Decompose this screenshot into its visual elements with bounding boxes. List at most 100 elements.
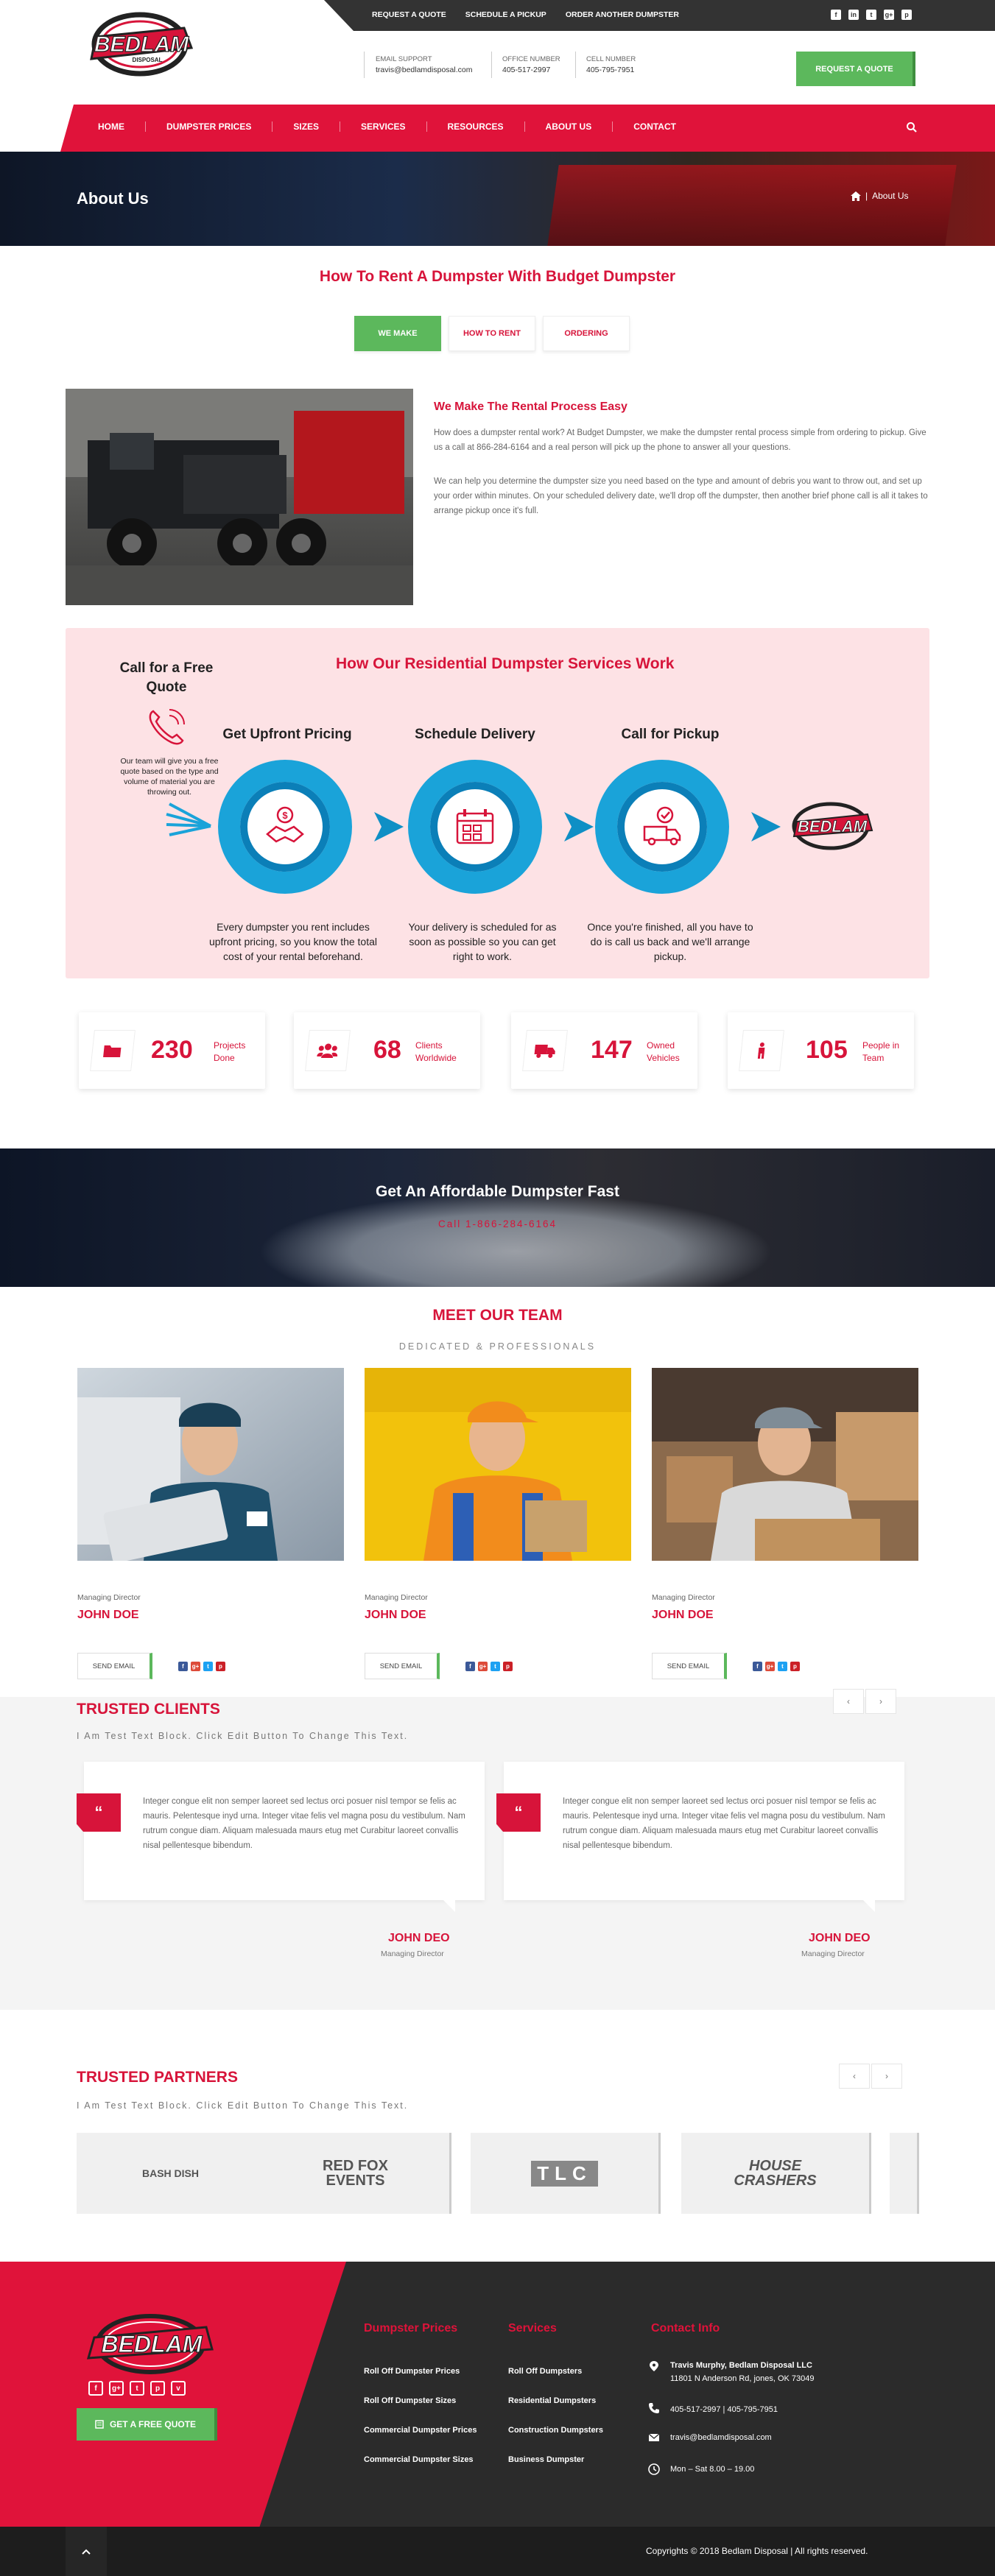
top-social: f in t g+ p xyxy=(831,10,912,20)
facebook-icon[interactable]: f xyxy=(178,1662,188,1671)
footer-email[interactable]: travis@bedlamdisposal.com xyxy=(670,2431,772,2444)
cta-phone[interactable]: Call 1-866-284-6164 xyxy=(0,1218,995,1229)
step-text-pricing: Every dumpster you rent includes upfront… xyxy=(208,921,378,962)
tab-ordering[interactable]: ORDERING xyxy=(543,316,630,351)
email-support-value[interactable]: travis@bedlamdisposal.com xyxy=(376,65,472,76)
nav-home[interactable]: HOME xyxy=(77,121,145,132)
twitter-icon[interactable]: t xyxy=(130,2381,144,2396)
footer-brand-logo[interactable]: BEDLAM xyxy=(74,2311,228,2377)
google-plus-icon[interactable]: g+ xyxy=(191,1662,200,1671)
rent-paragraph-2: We can help you determine the dumpster s… xyxy=(434,477,928,515)
brand-logo-small-text: BEDLAM xyxy=(798,817,868,836)
nav-about-us[interactable]: ABOUT US xyxy=(525,121,613,132)
office-number: OFFICE NUMBER 405-517-2997 xyxy=(502,54,560,76)
page-title: About Us xyxy=(77,189,149,208)
vimeo-icon[interactable]: v xyxy=(171,2381,186,2396)
pinterest-icon[interactable]: p xyxy=(150,2381,165,2396)
cell-number-value[interactable]: 405-795-7951 xyxy=(586,65,636,76)
footer-contact-title: Contact Info xyxy=(651,2322,720,2335)
twitter-icon[interactable]: t xyxy=(203,1662,213,1671)
footer-phone[interactable]: 405-517-2997 | 405-795-7951 xyxy=(670,2403,778,2416)
footer-link[interactable]: Residential Dumpsters xyxy=(508,2396,596,2405)
send-email-button[interactable]: SEND EMAIL xyxy=(652,1653,727,1679)
google-plus-icon[interactable]: g+ xyxy=(109,2381,124,2396)
folder-icon xyxy=(90,1030,136,1071)
footer-link[interactable]: Roll Off Dumpsters xyxy=(508,2367,582,2376)
footer-link[interactable]: Construction Dumpsters xyxy=(508,2426,603,2435)
prev-arrow-icon[interactable]: ‹ xyxy=(833,1689,864,1714)
divider xyxy=(364,52,365,78)
tab-we-make[interactable]: WE MAKE xyxy=(354,316,441,351)
pinterest-icon[interactable]: p xyxy=(901,10,912,20)
email-support: EMAIL SUPPORT travis@bedlamdisposal.com xyxy=(376,54,472,76)
step-title-delivery: Schedule Delivery xyxy=(415,727,535,742)
next-arrow-icon[interactable]: › xyxy=(871,2064,902,2089)
facebook-icon[interactable]: f xyxy=(88,2381,103,2396)
nav-contact[interactable]: CONTACT xyxy=(613,121,697,132)
top-link-schedule-pickup[interactable]: SCHEDULE A PICKUP xyxy=(465,10,546,19)
search-icon[interactable] xyxy=(906,121,918,133)
cta-banner xyxy=(0,1148,995,1287)
free-quote-button[interactable]: GET A FREE QUOTE xyxy=(77,2408,217,2441)
facebook-icon[interactable]: f xyxy=(831,10,841,20)
request-quote-button[interactable]: REQUEST A QUOTE xyxy=(796,52,915,86)
nav-services[interactable]: SERVICES xyxy=(340,121,426,132)
google-plus-icon[interactable]: g+ xyxy=(884,10,894,20)
footer-social: f g+ t p v xyxy=(88,2381,186,2396)
team-role: Managing Director xyxy=(652,1593,715,1602)
step-text-delivery: Your delivery is scheduled for as soon a… xyxy=(408,921,557,962)
partner-logo[interactable]: TLC xyxy=(471,2133,661,2214)
phone-icon xyxy=(149,709,185,745)
phone-icon xyxy=(649,2403,659,2413)
process-title: How Our Residential Dumpster Services Wo… xyxy=(336,655,675,672)
tab-how-to-rent[interactable]: HOW TO RENT xyxy=(449,316,535,351)
partner-logo[interactable]: BASH DISH xyxy=(77,2133,267,2214)
email-support-label: EMAIL SUPPORT xyxy=(376,55,432,63)
office-number-label: OFFICE NUMBER xyxy=(502,55,560,63)
clients-pager: ‹ › xyxy=(833,1689,896,1714)
google-plus-icon[interactable]: g+ xyxy=(478,1662,488,1671)
back-to-top-button[interactable] xyxy=(66,2527,107,2576)
top-link-order-dumpster[interactable]: ORDER ANOTHER DUMPSTER xyxy=(566,10,679,19)
twitter-icon[interactable]: t xyxy=(778,1662,787,1671)
home-icon[interactable] xyxy=(851,191,861,201)
nav-dumpster-prices[interactable]: DUMPSTER PRICES xyxy=(146,121,272,132)
office-number-value[interactable]: 405-517-2997 xyxy=(502,65,560,76)
pinterest-icon[interactable]: p xyxy=(503,1662,513,1671)
testimonial-name: JOHN DEO xyxy=(388,1932,450,1944)
send-email-button[interactable]: SEND EMAIL xyxy=(77,1653,152,1679)
facebook-icon[interactable]: f xyxy=(753,1662,762,1671)
brand-logo-text: BEDLAM xyxy=(94,32,189,57)
send-email-button[interactable]: SEND EMAIL xyxy=(365,1653,440,1679)
team-name: JOHN DOE xyxy=(77,1609,139,1621)
footer-link[interactable]: Roll Off Dumpster Sizes xyxy=(364,2396,456,2405)
partner-logo[interactable]: HOUSE CRASHERS xyxy=(681,2133,871,2214)
nav-sizes[interactable]: SIZES xyxy=(273,121,340,132)
twitter-icon[interactable]: t xyxy=(491,1662,500,1671)
next-arrow-icon[interactable]: › xyxy=(865,1689,896,1714)
top-link-request-quote[interactable]: REQUEST A QUOTE xyxy=(372,10,446,19)
partner-logo[interactable]: RED FOX EVENTS xyxy=(261,2133,451,2214)
footer-link[interactable]: Commercial Dumpster Prices xyxy=(364,2426,477,2435)
footer-link[interactable]: Roll Off Dumpster Prices xyxy=(364,2367,460,2376)
nav-resources[interactable]: RESOURCES xyxy=(427,121,524,132)
testimonial-card: “ Integer congue elit non semper laoreet… xyxy=(77,1762,485,1912)
stat-label: Owned Vehicles xyxy=(647,1040,680,1063)
sunburst-decoration xyxy=(166,802,211,836)
brand-logo-sub: DISPOSAL xyxy=(133,57,163,63)
footer-link[interactable]: Commercial Dumpster Sizes xyxy=(364,2455,474,2464)
nav-items: HOME DUMPSTER PRICES SIZES SERVICES RESO… xyxy=(77,121,697,132)
partner-logo-partial[interactable] xyxy=(890,2133,919,2214)
rent-heading: We Make The Rental Process Easy xyxy=(434,400,627,413)
facebook-icon[interactable]: f xyxy=(465,1662,475,1671)
brand-logo[interactable]: BEDLAM DISPOSAL xyxy=(74,7,208,84)
twitter-icon[interactable]: t xyxy=(866,10,876,20)
pinterest-icon[interactable]: p xyxy=(216,1662,225,1671)
team-social: f g+ t p xyxy=(465,1662,513,1671)
google-plus-icon[interactable]: g+ xyxy=(765,1662,775,1671)
footer-link[interactable]: Business Dumpster xyxy=(508,2455,584,2464)
partner-logo-text: HOUSE CRASHERS xyxy=(734,2158,817,2189)
linkedin-icon[interactable]: in xyxy=(848,10,859,20)
pinterest-icon[interactable]: p xyxy=(790,1662,800,1671)
prev-arrow-icon[interactable]: ‹ xyxy=(839,2064,870,2089)
